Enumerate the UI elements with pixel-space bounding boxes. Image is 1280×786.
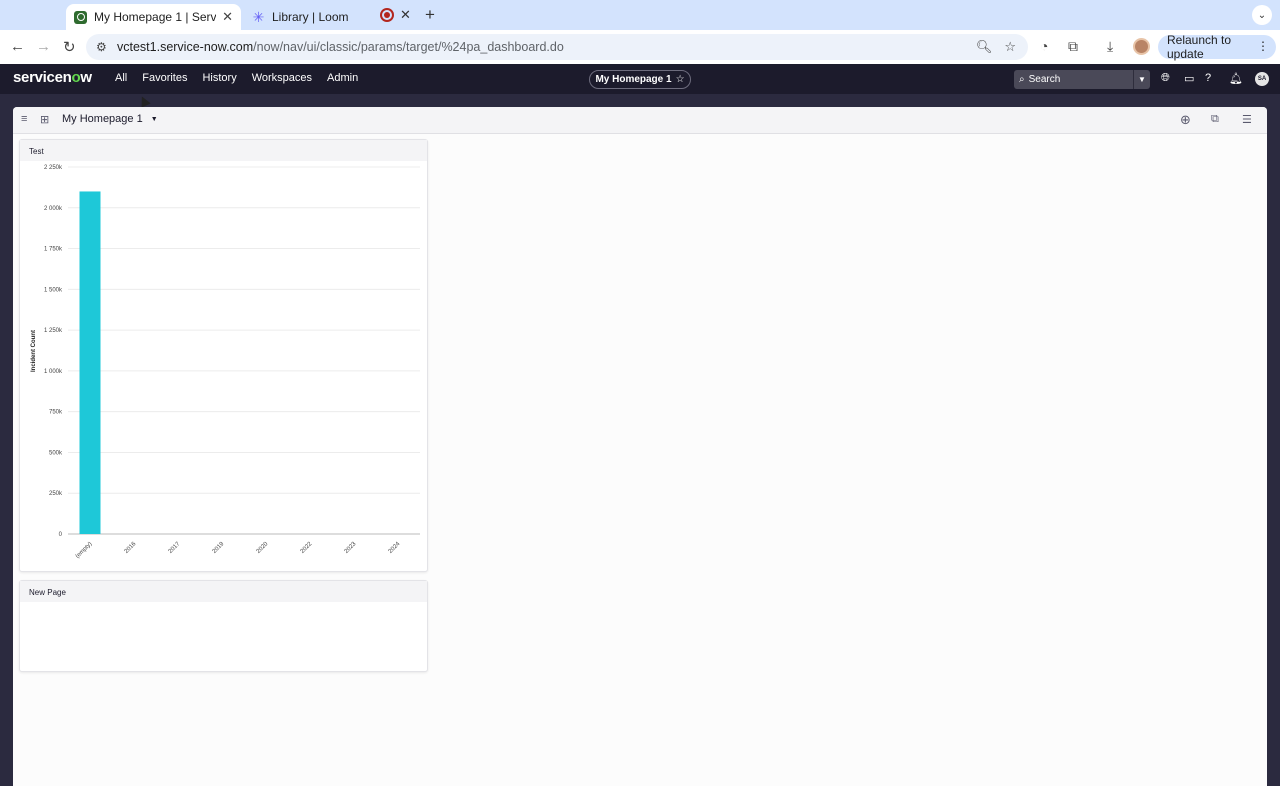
address-url[interactable]: vctest1.service-now.com/now/nav/ui/class… bbox=[117, 40, 976, 54]
main-nav: All Favorites History Workspaces Admin bbox=[115, 72, 358, 84]
help-icon[interactable]: ? bbox=[1205, 72, 1211, 84]
tab-title: Library | Loom bbox=[272, 10, 349, 24]
x-tick-label: 2016 bbox=[124, 541, 138, 555]
y-tick-label: 1 250k bbox=[44, 328, 63, 334]
nav-all[interactable]: All bbox=[115, 72, 127, 84]
browser-toolbar: ← → ↻ ⚙ vctest1.service-now.com/now/nav/… bbox=[0, 30, 1280, 64]
forward-arrow-icon[interactable]: → bbox=[36, 38, 51, 55]
nav-history[interactable]: History bbox=[202, 72, 236, 84]
dashboard-frame: ≡ ⊞ My Homepage 1 ▼ ⊕ ⧉ ☰ Test 0 250k 500k… bbox=[13, 107, 1267, 786]
y-tick-label: 500k bbox=[49, 450, 63, 456]
servicenow-header: servicenow All Favorites History Workspa… bbox=[0, 64, 1280, 94]
settings-sliders-icon[interactable]: ☰ bbox=[1242, 113, 1252, 126]
dashboard-toolbar: ≡ ⊞ My Homepage 1 ▼ ⊕ ⧉ ☰ bbox=[13, 107, 1267, 134]
dashboard-selector[interactable]: My Homepage 1 ▼ bbox=[62, 113, 158, 125]
relaunch-button[interactable]: Relaunch to update ⋮ bbox=[1158, 33, 1276, 61]
notifications-bell-icon[interactable]: 🔔︎ bbox=[1229, 72, 1243, 85]
context-title: My Homepage 1 bbox=[595, 74, 672, 85]
x-tick-label: 2023 bbox=[344, 541, 358, 555]
context-title-pill[interactable]: My Homepage 1 ☆ bbox=[589, 70, 691, 89]
bookmark-star-icon[interactable]: ☆ bbox=[1004, 39, 1016, 55]
profile-avatar[interactable] bbox=[1133, 38, 1150, 55]
x-tick-label: (empty) bbox=[75, 541, 94, 560]
y-tick-label: 250k bbox=[49, 491, 63, 497]
nav-favorites[interactable]: Favorites bbox=[142, 72, 187, 84]
loom-favicon-icon: ✳ bbox=[252, 8, 265, 25]
tab-title: My Homepage 1 | ServiceNow bbox=[94, 10, 217, 24]
dashboard-title: My Homepage 1 bbox=[62, 113, 143, 125]
x-tick-label: 2022 bbox=[300, 541, 314, 555]
search-icon: ⌕ bbox=[1019, 74, 1025, 85]
download-icon[interactable]: ⤓ bbox=[1107, 38, 1113, 55]
chevron-down-icon: ▼ bbox=[150, 115, 158, 123]
close-icon[interactable]: ✕ bbox=[400, 7, 411, 23]
chat-icon[interactable]: ▭ bbox=[1184, 72, 1194, 85]
back-arrow-icon[interactable]: ← bbox=[10, 38, 25, 55]
search-input[interactable]: Search bbox=[1029, 74, 1061, 85]
nav-admin[interactable]: Admin bbox=[327, 72, 358, 84]
servicenow-logo[interactable]: servicenow bbox=[13, 69, 92, 86]
y-tick-label: 2 000k bbox=[44, 206, 63, 212]
relaunch-label: Relaunch to update bbox=[1167, 33, 1232, 61]
incident-bar-chart: 0 250k 500k 750k 1 000k 1 250k 1 500k 1 750k 2 0… bbox=[31, 165, 420, 560]
y-tick-label: 0 bbox=[59, 532, 63, 538]
favorite-star-icon[interactable]: ☆ bbox=[676, 74, 685, 85]
extension-refresh-icon[interactable]: ◔ bbox=[1040, 38, 1048, 54]
y-tick-label: 1 500k bbox=[44, 287, 63, 293]
globe-icon[interactable]: 🌐︎ bbox=[1161, 72, 1170, 85]
search-scope-chevron-icon[interactable]: ▼ bbox=[1133, 70, 1150, 89]
chart-widget: Test 0 250k 500k 750k 1 000k 1 250k 1 500k 1 75… bbox=[19, 139, 428, 572]
recording-icon[interactable] bbox=[380, 8, 394, 22]
new-page-widget: New Page bbox=[19, 580, 428, 672]
tab-search-chevron-icon[interactable]: ⌄ bbox=[1252, 5, 1272, 25]
y-tick-label: 2 250k bbox=[44, 165, 63, 171]
grid-icon[interactable]: ⊞ bbox=[40, 113, 49, 126]
global-search[interactable]: ⌕ Search ▼ bbox=[1014, 70, 1150, 89]
share-icon[interactable]: ⧉ bbox=[1211, 113, 1219, 126]
x-tick-label: 2019 bbox=[212, 541, 226, 555]
address-bar[interactable]: ⚙ vctest1.service-now.com/now/nav/ui/cla… bbox=[86, 34, 1028, 60]
add-widget-icon[interactable]: ⊕ bbox=[1180, 112, 1191, 128]
user-avatar[interactable]: SA bbox=[1255, 72, 1269, 86]
y-tick-label: 1 000k bbox=[44, 369, 63, 375]
browser-tab-strip: My Homepage 1 | ServiceNow ✕ ✳ Library |… bbox=[0, 0, 1280, 30]
y-tick-label: 750k bbox=[49, 410, 63, 416]
mouse-cursor-icon bbox=[137, 94, 151, 108]
x-tick-label: 2017 bbox=[168, 541, 182, 555]
site-settings-icon[interactable]: ⚙ bbox=[96, 40, 112, 54]
extensions-puzzle-icon[interactable]: ⧉ bbox=[1068, 38, 1078, 55]
nav-workspaces[interactable]: Workspaces bbox=[252, 72, 312, 84]
y-tick-label: 1 750k bbox=[44, 247, 63, 253]
x-tick-label: 2020 bbox=[256, 541, 270, 555]
reload-icon[interactable]: ↻ bbox=[63, 38, 76, 56]
widget-title: New Page bbox=[20, 581, 427, 602]
more-menu-icon[interactable]: ⋮ bbox=[1257, 39, 1269, 53]
x-tick-label: 2024 bbox=[388, 541, 402, 555]
new-tab-icon[interactable]: + bbox=[425, 5, 435, 25]
y-axis-label: Incident Count bbox=[31, 330, 37, 372]
servicenow-favicon-icon bbox=[74, 10, 87, 24]
menu-lines-icon[interactable]: ≡ bbox=[21, 113, 27, 125]
tab-servicenow[interactable]: My Homepage 1 | ServiceNow ✕ bbox=[66, 4, 241, 30]
zoom-icon[interactable]: 🔍︎ bbox=[976, 39, 993, 55]
bar[interactable] bbox=[79, 191, 101, 534]
widget-title: Test bbox=[20, 140, 427, 161]
tab-loom[interactable]: ✳ Library | Loom bbox=[244, 4, 424, 30]
close-icon[interactable]: ✕ bbox=[222, 9, 233, 25]
